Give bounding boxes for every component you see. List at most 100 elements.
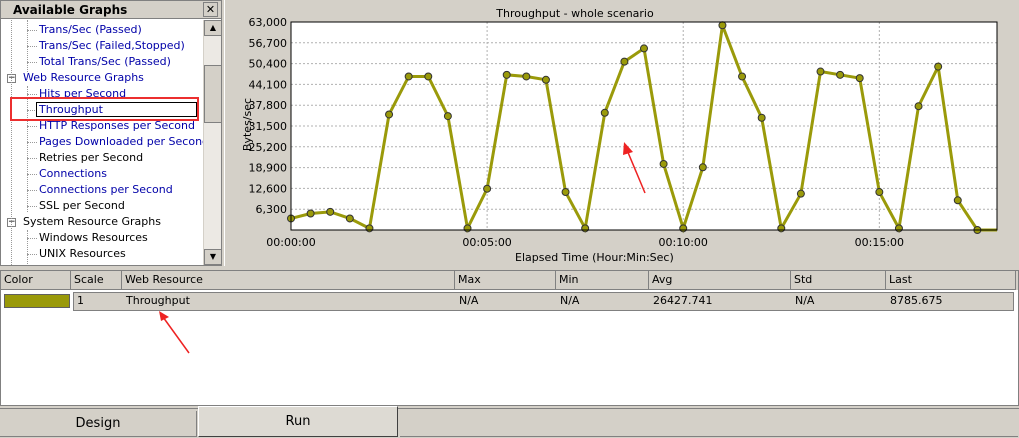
tree-item[interactable]: UNIX Resources (39, 246, 126, 262)
tree-connector (27, 46, 37, 47)
annotation-arrow-table (159, 311, 190, 354)
tree-item[interactable]: Windows Resources (39, 230, 148, 246)
x-tick-label: 00:00:00 (266, 236, 315, 249)
tree-item[interactable]: Trans/Sec (Passed) (39, 22, 142, 38)
tree-connector (27, 126, 37, 127)
y-tick-label: 12,600 (249, 182, 288, 195)
tree-connector (27, 230, 28, 265)
view-tabs: Design Run (0, 406, 1019, 438)
tree-connector (27, 254, 37, 255)
data-point (659, 159, 668, 168)
data-point (836, 70, 845, 79)
legend-table: Color Scale Web Resource Max Min Avg Std… (0, 270, 1019, 406)
tree-item[interactable]: Trans/Sec (Failed,Stopped) (39, 38, 185, 54)
data-point (306, 209, 315, 218)
throughput-chart: 63,00056,70050,40044,10037,80031,50025,2… (249, 16, 998, 249)
tree-item[interactable]: Connections (39, 166, 107, 182)
y-tick-label: 25,200 (249, 141, 288, 154)
header-color[interactable]: Color (1, 271, 71, 290)
data-point (522, 72, 531, 81)
y-tick-label: 44,100 (249, 78, 288, 91)
tree-connector (27, 142, 37, 143)
data-point (620, 57, 629, 66)
color-swatch[interactable] (4, 294, 70, 308)
data-point (561, 188, 570, 197)
y-tick-label: 50,400 (249, 58, 288, 71)
graph-tree: Trans/Sec (Passed) Trans/Sec (Failed,Stop… (1, 20, 203, 265)
data-point (855, 74, 864, 83)
data-point (502, 70, 511, 79)
y-tick-label: 18,900 (249, 162, 288, 175)
tree-connector (27, 206, 37, 207)
data-point (875, 188, 884, 197)
close-icon[interactable]: ✕ (203, 2, 218, 17)
cell-last: 8785.675 (887, 293, 943, 310)
data-point (326, 207, 335, 216)
panel-title: Available Graphs (13, 3, 128, 17)
data-point (541, 75, 550, 84)
header-scale[interactable]: Scale (71, 271, 122, 290)
data-point (757, 113, 766, 122)
tree-scrollbar[interactable]: ▲ ▼ (203, 20, 222, 265)
y-axis-label: Bytes/sec (241, 97, 255, 152)
header-avg[interactable]: Avg (649, 271, 791, 290)
data-point (483, 184, 492, 193)
data-point (718, 21, 727, 30)
data-point (914, 102, 923, 111)
tree-connector (27, 190, 37, 191)
tree-connector (27, 174, 37, 175)
data-point (953, 196, 962, 205)
tree-connector (27, 238, 37, 239)
cell-avg: 26427.741 (650, 293, 713, 310)
tree-item[interactable]: Retries per Second (39, 150, 143, 166)
row-background (73, 292, 1014, 311)
data-point (424, 72, 433, 81)
focus-rectangle (36, 102, 197, 117)
tree-group[interactable]: System Resource Graphs (23, 214, 161, 230)
header-web-resource[interactable]: Web Resource (122, 271, 455, 290)
tree-item[interactable]: SSL per Second (39, 198, 125, 214)
scroll-thumb[interactable] (204, 65, 222, 123)
data-point (777, 224, 786, 233)
tree-item[interactable]: Total Trans/Sec (Passed) (39, 54, 171, 70)
data-point (738, 72, 747, 81)
header-max[interactable]: Max (455, 271, 556, 290)
header-last[interactable]: Last (886, 271, 1016, 290)
analysis-window: Available Graphs ✕ Trans/Sec (Passed) Tra… (0, 0, 1019, 438)
tab-design[interactable]: Design (0, 411, 197, 437)
table-header: Color Scale Web Resource Max Min Avg Std… (1, 271, 1018, 290)
header-min[interactable]: Min (556, 271, 649, 290)
tree-connector (27, 158, 37, 159)
scroll-down-icon[interactable]: ▼ (204, 249, 222, 265)
data-point (345, 214, 354, 223)
data-point (640, 44, 648, 53)
scroll-up-icon[interactable]: ▲ (204, 20, 222, 36)
tree-connector (27, 62, 37, 63)
tab-run[interactable]: Run (198, 406, 398, 437)
y-tick-label: 37,800 (249, 99, 288, 112)
cell-scale: 1 (74, 293, 84, 310)
tree-group[interactable]: Web Resource Graphs (23, 70, 144, 86)
tree-item[interactable]: Pages Downloaded per Second (39, 134, 203, 150)
data-point (679, 224, 688, 233)
chart-panel: 63,000 56,700 50,400 44,100 37,800 31,500 25,2… (224, 0, 1019, 266)
data-point (463, 224, 472, 233)
data-point (443, 112, 452, 121)
tree-item[interactable]: Connections per Second (39, 182, 173, 198)
data-point (796, 189, 805, 198)
data-point (600, 108, 609, 117)
data-point (404, 72, 413, 81)
y-tick-label: 6,300 (256, 203, 288, 216)
header-std[interactable]: Std (791, 271, 886, 290)
available-graphs-panel: Available Graphs ✕ Trans/Sec (Passed) Tra… (0, 0, 222, 266)
data-point (934, 62, 943, 71)
data-point (365, 224, 374, 233)
chart-title: Throughput - whole scenario (496, 7, 654, 20)
data-point (894, 224, 903, 233)
tree-connector (11, 20, 12, 265)
cell-max: N/A (456, 293, 479, 310)
x-tick-label: 00:10:00 (659, 236, 708, 249)
panel-header: Available Graphs ✕ (1, 1, 221, 19)
tree-connector (27, 94, 37, 95)
data-point (581, 224, 590, 233)
